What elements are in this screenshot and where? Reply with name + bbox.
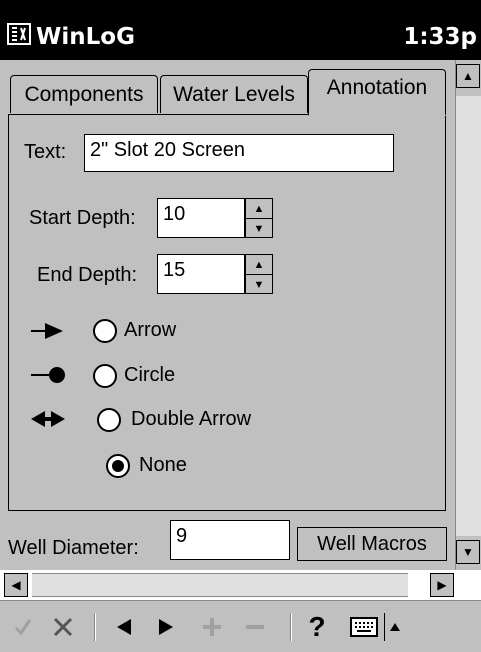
scroll-right-icon[interactable]: ▶ — [430, 573, 454, 597]
check-icon[interactable] — [8, 611, 38, 643]
end-depth-input[interactable]: 15 — [157, 254, 245, 294]
double-arrow-radio[interactable] — [97, 408, 121, 432]
circle-option-label[interactable]: Circle — [124, 364, 175, 387]
spin-up-icon[interactable]: ▲ — [246, 255, 272, 274]
help-icon[interactable]: ? — [302, 611, 332, 643]
spin-up-icon[interactable]: ▲ — [246, 199, 272, 218]
start-depth-input[interactable]: 10 — [157, 198, 245, 238]
arrow-right-icon — [31, 323, 63, 339]
well-diameter-label: Well Diameter: — [8, 537, 139, 559]
annotation-text-input[interactable]: 2" Slot 20 Screen — [84, 134, 394, 172]
scroll-up-icon[interactable]: ▲ — [456, 64, 480, 88]
tab-label: Water Levels — [173, 82, 295, 106]
scroll-left-icon[interactable]: ◀ — [4, 573, 28, 597]
arrow-radio[interactable] — [93, 319, 117, 343]
plus-icon[interactable] — [197, 611, 227, 643]
none-radio[interactable] — [106, 454, 130, 478]
toolbar-separator — [290, 613, 292, 641]
command-bar: ? — [0, 600, 481, 652]
start-depth-spinner[interactable]: ▲ ▼ — [245, 198, 273, 238]
app-title: WinLoG — [36, 24, 135, 50]
end-depth-spinner[interactable]: ▲ ▼ — [245, 254, 273, 294]
start-depth-label: Start Depth: — [29, 207, 136, 229]
winlog-logo-icon[interactable] — [6, 22, 32, 46]
form-content: Components Water Levels Annotation Text:… — [0, 60, 455, 570]
toolbar-separator — [94, 613, 96, 641]
none-option-label[interactable]: None — [139, 454, 187, 477]
up-caret-icon[interactable] — [386, 611, 404, 643]
tab-label: Annotation — [326, 76, 428, 99]
tab-label: Components — [24, 82, 144, 106]
text-label: Text: — [24, 141, 67, 163]
right-triangle-icon[interactable] — [150, 611, 180, 643]
scroll-track[interactable] — [32, 573, 408, 597]
tab-water-levels[interactable]: Water Levels — [160, 75, 308, 113]
spin-down-icon[interactable]: ▼ — [246, 218, 272, 238]
clock[interactable]: 1:33p — [403, 24, 477, 50]
tab-components[interactable]: Components — [10, 75, 158, 113]
title-bar: WinLoG 1:33p — [0, 0, 481, 60]
scroll-track[interactable] — [456, 96, 481, 536]
tab-annotation[interactable]: Annotation — [308, 69, 446, 116]
circle-radio[interactable] — [93, 364, 117, 388]
keyboard-icon[interactable] — [348, 611, 380, 643]
spin-down-icon[interactable]: ▼ — [246, 274, 272, 294]
well-macros-button[interactable]: Well Macros — [297, 527, 447, 561]
minus-icon[interactable] — [240, 611, 270, 643]
double-arrow-option-label[interactable]: Double Arrow — [131, 408, 251, 431]
double-arrow-icon — [31, 411, 65, 427]
vertical-scrollbar[interactable]: ▲ ▼ — [455, 60, 481, 570]
radio-selected-dot — [112, 460, 124, 472]
x-icon[interactable] — [48, 611, 78, 643]
annotation-panel: Text: 2" Slot 20 Screen Start Depth: 10 … — [8, 114, 446, 511]
scroll-down-icon[interactable]: ▼ — [456, 540, 480, 564]
well-diameter-input[interactable]: 9 — [170, 520, 290, 560]
left-triangle-icon[interactable] — [110, 611, 140, 643]
circle-pin-icon — [31, 367, 65, 383]
arrow-option-label[interactable]: Arrow — [124, 319, 176, 342]
toolbar-separator — [384, 613, 385, 641]
end-depth-label: End Depth: — [37, 264, 138, 286]
horizontal-scrollbar[interactable]: ◀ ▶ — [0, 570, 481, 600]
